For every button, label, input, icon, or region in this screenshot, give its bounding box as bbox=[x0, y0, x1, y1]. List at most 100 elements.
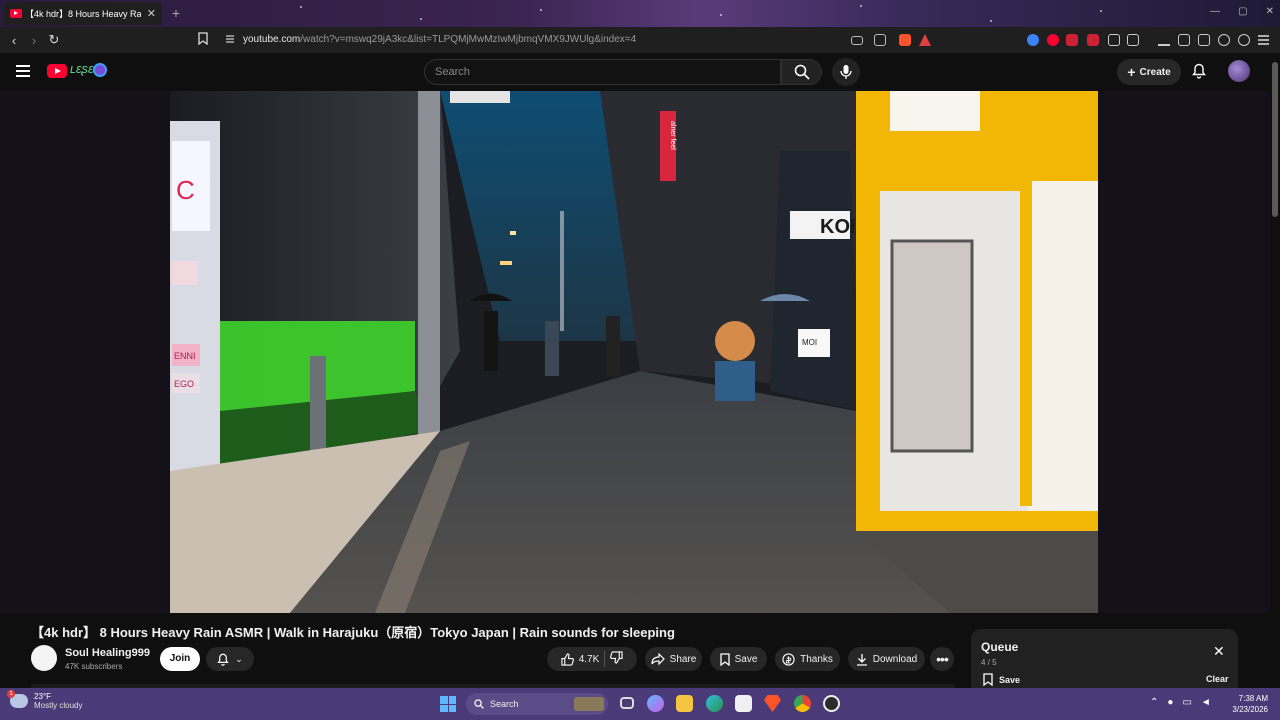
tab-close-icon[interactable]: ✕ bbox=[147, 7, 156, 20]
new-tab-button[interactable]: + bbox=[168, 5, 184, 21]
microsoft-store-icon[interactable] bbox=[735, 695, 752, 712]
video-frame[interactable]: C ENNI EGO KOI alner feel MOI bbox=[170, 91, 1098, 613]
extension-blue-icon[interactable] bbox=[1027, 34, 1039, 46]
subscriber-count: 47K subscribers bbox=[65, 662, 123, 671]
weather-description: Mostly cloudy bbox=[34, 701, 83, 710]
bookmark-icon bbox=[983, 673, 993, 686]
windows-start-icon[interactable] bbox=[440, 696, 456, 712]
extensions-puzzle-icon[interactable] bbox=[1108, 34, 1120, 46]
sign-ego: EGO bbox=[174, 379, 194, 389]
queue-save-button[interactable]: Save bbox=[983, 673, 1020, 686]
hamburger-menu-icon[interactable] bbox=[16, 65, 30, 80]
url-text[interactable]: youtube.com/watch?v=mswq29jA3kc&list=TLP… bbox=[243, 34, 636, 45]
weather-temperature: 23°F bbox=[34, 692, 51, 701]
weather-alert-badge: 1 bbox=[7, 690, 15, 698]
extension-red2-icon[interactable] bbox=[1087, 34, 1099, 46]
cast-icon[interactable] bbox=[851, 36, 863, 45]
extension-red-icon[interactable] bbox=[1066, 34, 1078, 46]
create-button[interactable]: + Create bbox=[1117, 59, 1181, 85]
like-separator bbox=[604, 651, 606, 667]
browser-tab-active[interactable]: 【4k hdr】8 Hours Heavy Rain ✕ bbox=[4, 2, 162, 25]
tray-display-icon[interactable]: ▭ bbox=[1182, 697, 1191, 708]
system-clock[interactable]: 7:38 AM 3/23/2026 bbox=[1222, 693, 1268, 715]
edge-browser-icon[interactable] bbox=[706, 695, 723, 712]
queue-panel: Queue 4 / 5 ✕ Save Clear bbox=[971, 629, 1238, 689]
tab-title: 【4k hdr】8 Hours Heavy Rain bbox=[25, 9, 141, 19]
youtube-logo-icon[interactable] bbox=[47, 64, 67, 78]
share-button[interactable]: Share bbox=[645, 647, 702, 671]
system-tray: ⌃ ● ▭ ◄ bbox=[1150, 697, 1211, 708]
wallet-icon[interactable] bbox=[1198, 34, 1210, 46]
tray-microphone-icon[interactable]: ● bbox=[1167, 697, 1173, 708]
reload-icon[interactable]: ↻ bbox=[44, 32, 64, 48]
browser-menu-icon[interactable] bbox=[1258, 35, 1269, 48]
extension-youtube-icon[interactable] bbox=[1047, 34, 1059, 46]
file-explorer-icon[interactable] bbox=[676, 695, 693, 712]
save-button[interactable]: Save bbox=[710, 647, 767, 671]
queue-close-icon[interactable]: ✕ bbox=[1213, 644, 1225, 658]
scrollbar-thumb[interactable] bbox=[1272, 62, 1278, 217]
more-dots-icon: ••• bbox=[936, 651, 949, 667]
leo-ai-icon[interactable] bbox=[1218, 34, 1230, 46]
download-button[interactable]: Download bbox=[848, 647, 925, 671]
window-close-icon[interactable]: ✕ bbox=[1266, 6, 1274, 17]
clock-date: 3/23/2026 bbox=[1232, 705, 1268, 714]
channel-avatar[interactable] bbox=[31, 645, 57, 671]
screenshot-icon[interactable] bbox=[1127, 34, 1139, 46]
more-actions-button[interactable]: ••• bbox=[930, 647, 954, 671]
minimize-icon[interactable]: — bbox=[1210, 6, 1220, 17]
channel-name[interactable]: Soul Healing999 bbox=[65, 647, 150, 659]
browser-tab-bar: 【4k hdr】8 Hours Heavy Rain ✕ + — ▢ ✕ bbox=[0, 0, 1280, 27]
bell-icon bbox=[217, 653, 229, 666]
brave-shield-icon[interactable] bbox=[899, 34, 911, 46]
sidebar-icon[interactable] bbox=[1178, 34, 1190, 46]
taskbar-search-box[interactable]: Search bbox=[466, 693, 608, 715]
thumbs-down-icon bbox=[610, 651, 623, 664]
like-button[interactable]: 4.7K bbox=[561, 652, 600, 666]
address-bar-row: ‹ › ↻ youtube.com/watch?v=mswq29jA3kc&li… bbox=[0, 27, 1280, 53]
chevron-down-icon: ⌄ bbox=[235, 653, 243, 664]
vpn-shield-icon[interactable] bbox=[1238, 34, 1250, 46]
weather-widget[interactable]: 1 23°F Mostly cloudy bbox=[7, 690, 83, 710]
media-music-icon[interactable] bbox=[1158, 34, 1170, 46]
taskbar-search-icon bbox=[474, 699, 484, 709]
video-player[interactable]: C ENNI EGO KOI alner feel MOI bbox=[0, 91, 1270, 613]
dislike-button[interactable] bbox=[610, 651, 623, 667]
thanks-button[interactable]: Thanks bbox=[775, 647, 840, 671]
copilot-icon[interactable] bbox=[647, 695, 664, 712]
notifications-bell-icon[interactable] bbox=[1192, 63, 1206, 84]
join-button[interactable]: Join bbox=[160, 647, 200, 671]
sign-koi: KOI bbox=[820, 216, 856, 238]
microphone-icon bbox=[840, 65, 852, 79]
sign-vertical: alner feel bbox=[669, 121, 676, 150]
forward-icon[interactable]: › bbox=[24, 33, 44, 48]
youtube-doodle-logo[interactable]: ʟɛʂɛ bbox=[70, 61, 94, 76]
like-dislike-group: 4.7K bbox=[547, 647, 637, 671]
brave-rewards-icon[interactable] bbox=[919, 34, 931, 46]
bookmark-save-icon bbox=[719, 652, 730, 666]
search-highlight-icon bbox=[574, 697, 604, 711]
queue-clear-button[interactable]: Clear bbox=[1206, 674, 1229, 684]
share-page-icon[interactable] bbox=[874, 34, 886, 46]
task-view-icon[interactable] bbox=[620, 697, 634, 709]
queue-title: Queue bbox=[981, 640, 1019, 654]
chrome-browser-icon[interactable] bbox=[794, 695, 811, 712]
obs-recorder-icon[interactable] bbox=[823, 695, 840, 712]
bookmark-icon[interactable] bbox=[198, 32, 208, 48]
youtube-header: ʟɛʂɛ Search + Create bbox=[0, 53, 1280, 91]
thumbs-up-icon bbox=[561, 652, 574, 666]
back-icon[interactable]: ‹ bbox=[4, 33, 24, 48]
search-input[interactable]: Search bbox=[424, 59, 781, 85]
voice-search-button[interactable] bbox=[832, 58, 860, 86]
tray-volume-icon[interactable]: ◄ bbox=[1201, 697, 1211, 708]
download-arrow-icon bbox=[856, 653, 867, 666]
maximize-icon[interactable]: ▢ bbox=[1238, 6, 1247, 17]
tray-chevron-up-icon[interactable]: ⌃ bbox=[1150, 697, 1158, 708]
subscription-notifications-button[interactable]: ⌄ bbox=[206, 647, 254, 671]
user-avatar[interactable] bbox=[1228, 60, 1250, 82]
plus-icon: + bbox=[1127, 64, 1136, 80]
brave-browser-icon[interactable] bbox=[764, 695, 781, 712]
like-count: 4.7K bbox=[578, 653, 600, 665]
search-button[interactable] bbox=[781, 59, 822, 85]
site-info-icon[interactable] bbox=[224, 33, 236, 48]
